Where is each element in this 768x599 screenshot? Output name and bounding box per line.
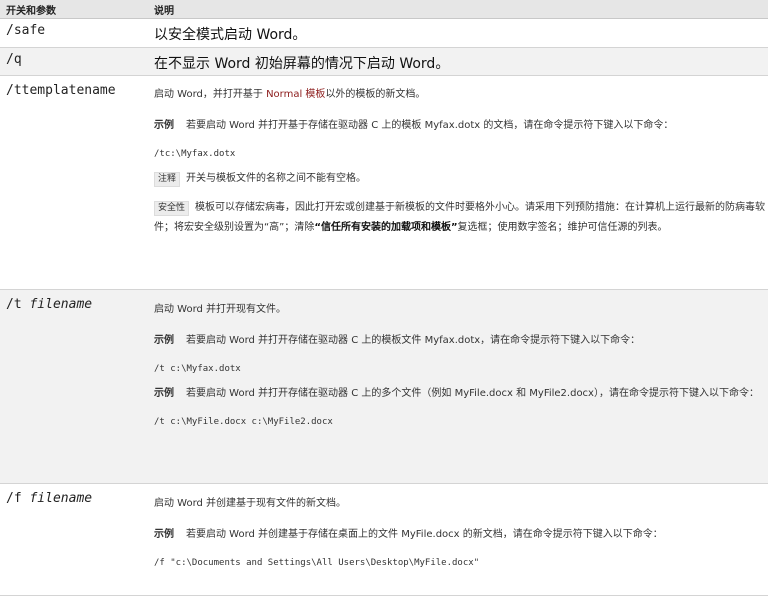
table-row-ttemplatename: /ttemplatename 启动 Word，并打开基于 Normal 模板以外… [0, 75, 768, 290]
switch-safe: /safe [0, 18, 148, 48]
desc-safe: 以安全模式启动 Word。 [148, 18, 768, 48]
switch-t-filename: /t filename [0, 289, 148, 484]
tfile-example-2: 示例 若要启动 Word 并打开存储在驱动器 C 上的多个文件（例如 MyFile… [154, 388, 759, 399]
desc-ttemplatename: 启动 Word，并打开基于 Normal 模板以外的模板的新文档。 示例 若要启动… [148, 75, 768, 290]
header-switch: 开关和参数 [0, 0, 148, 19]
security-tag: 安全性 [154, 201, 190, 216]
ttemplate-example: 示例 若要启动 Word 并打开基于存储在驱动器 C 上的模板 Myfax.dot… [154, 120, 674, 131]
desc-q: 在不显示 Word 初始屏幕的情况下启动 Word。 [148, 47, 768, 76]
note-tag: 注释 [154, 172, 181, 187]
table-row-f-filename: /f filename 启动 Word 并创建基于现有文件的新文档。 示例 若要启… [0, 483, 768, 596]
table-row-q: /q 在不显示 Word 初始屏幕的情况下启动 Word。 [0, 47, 768, 76]
desc-t-filename: 启动 Word 并打开现有文件。 示例 若要启动 Word 并打开存储在驱动器 C… [148, 289, 768, 484]
ffile-intro: 启动 Word 并创建基于现有文件的新文档。 [154, 498, 347, 509]
tfile-intro: 启动 Word 并打开现有文件。 [154, 304, 287, 315]
tfile-code-2: /t c:\MyFile.docx c:\MyFile2.docx [154, 417, 333, 427]
ttemplate-note: 注释 开关与模板文件的名称之间不能有空格。 [154, 169, 768, 189]
ttemplate-intro: 启动 Word，并打开基于 Normal 模板以外的模板的新文档。 [154, 89, 426, 100]
ffile-example: 示例 若要启动 Word 并创建基于存储在桌面上的文件 MyFile.docx 的… [154, 529, 663, 540]
ffile-code: /f "c:\Documents and Settings\All Users\… [154, 558, 480, 568]
table-row-safe: /safe 以安全模式启动 Word。 [0, 18, 768, 48]
header-description: 说明 [148, 0, 768, 19]
desc-f-filename: 启动 Word 并创建基于现有文件的新文档。 示例 若要启动 Word 并创建基于… [148, 483, 768, 596]
switch-ttemplatename: /ttemplatename [0, 75, 148, 290]
switches-table: 开关和参数 说明 /safe 以安全模式启动 Word。 /q 在不显示 Wor… [0, 0, 768, 596]
tfile-code-1: /t c:\Myfax.dotx [154, 364, 241, 374]
table-header-row: 开关和参数 说明 [0, 0, 768, 19]
table-row-t-filename: /t filename 启动 Word 并打开现有文件。 示例 若要启动 Word… [0, 289, 768, 484]
ttemplate-code: /tc:\Myfax.dotx [154, 149, 236, 159]
tfile-example-1: 示例 若要启动 Word 并打开存储在驱动器 C 上的模板文件 Myfax.dot… [154, 335, 641, 346]
ttemplate-security: 安全性 模板可以存储宏病毒，因此打开宏或创建基于新模板的文件时要格外小心。请采用下… [154, 201, 766, 233]
normal-template-link[interactable]: Normal 模板 [266, 89, 325, 100]
switch-f-filename: /f filename [0, 483, 148, 596]
switch-q: /q [0, 47, 148, 76]
